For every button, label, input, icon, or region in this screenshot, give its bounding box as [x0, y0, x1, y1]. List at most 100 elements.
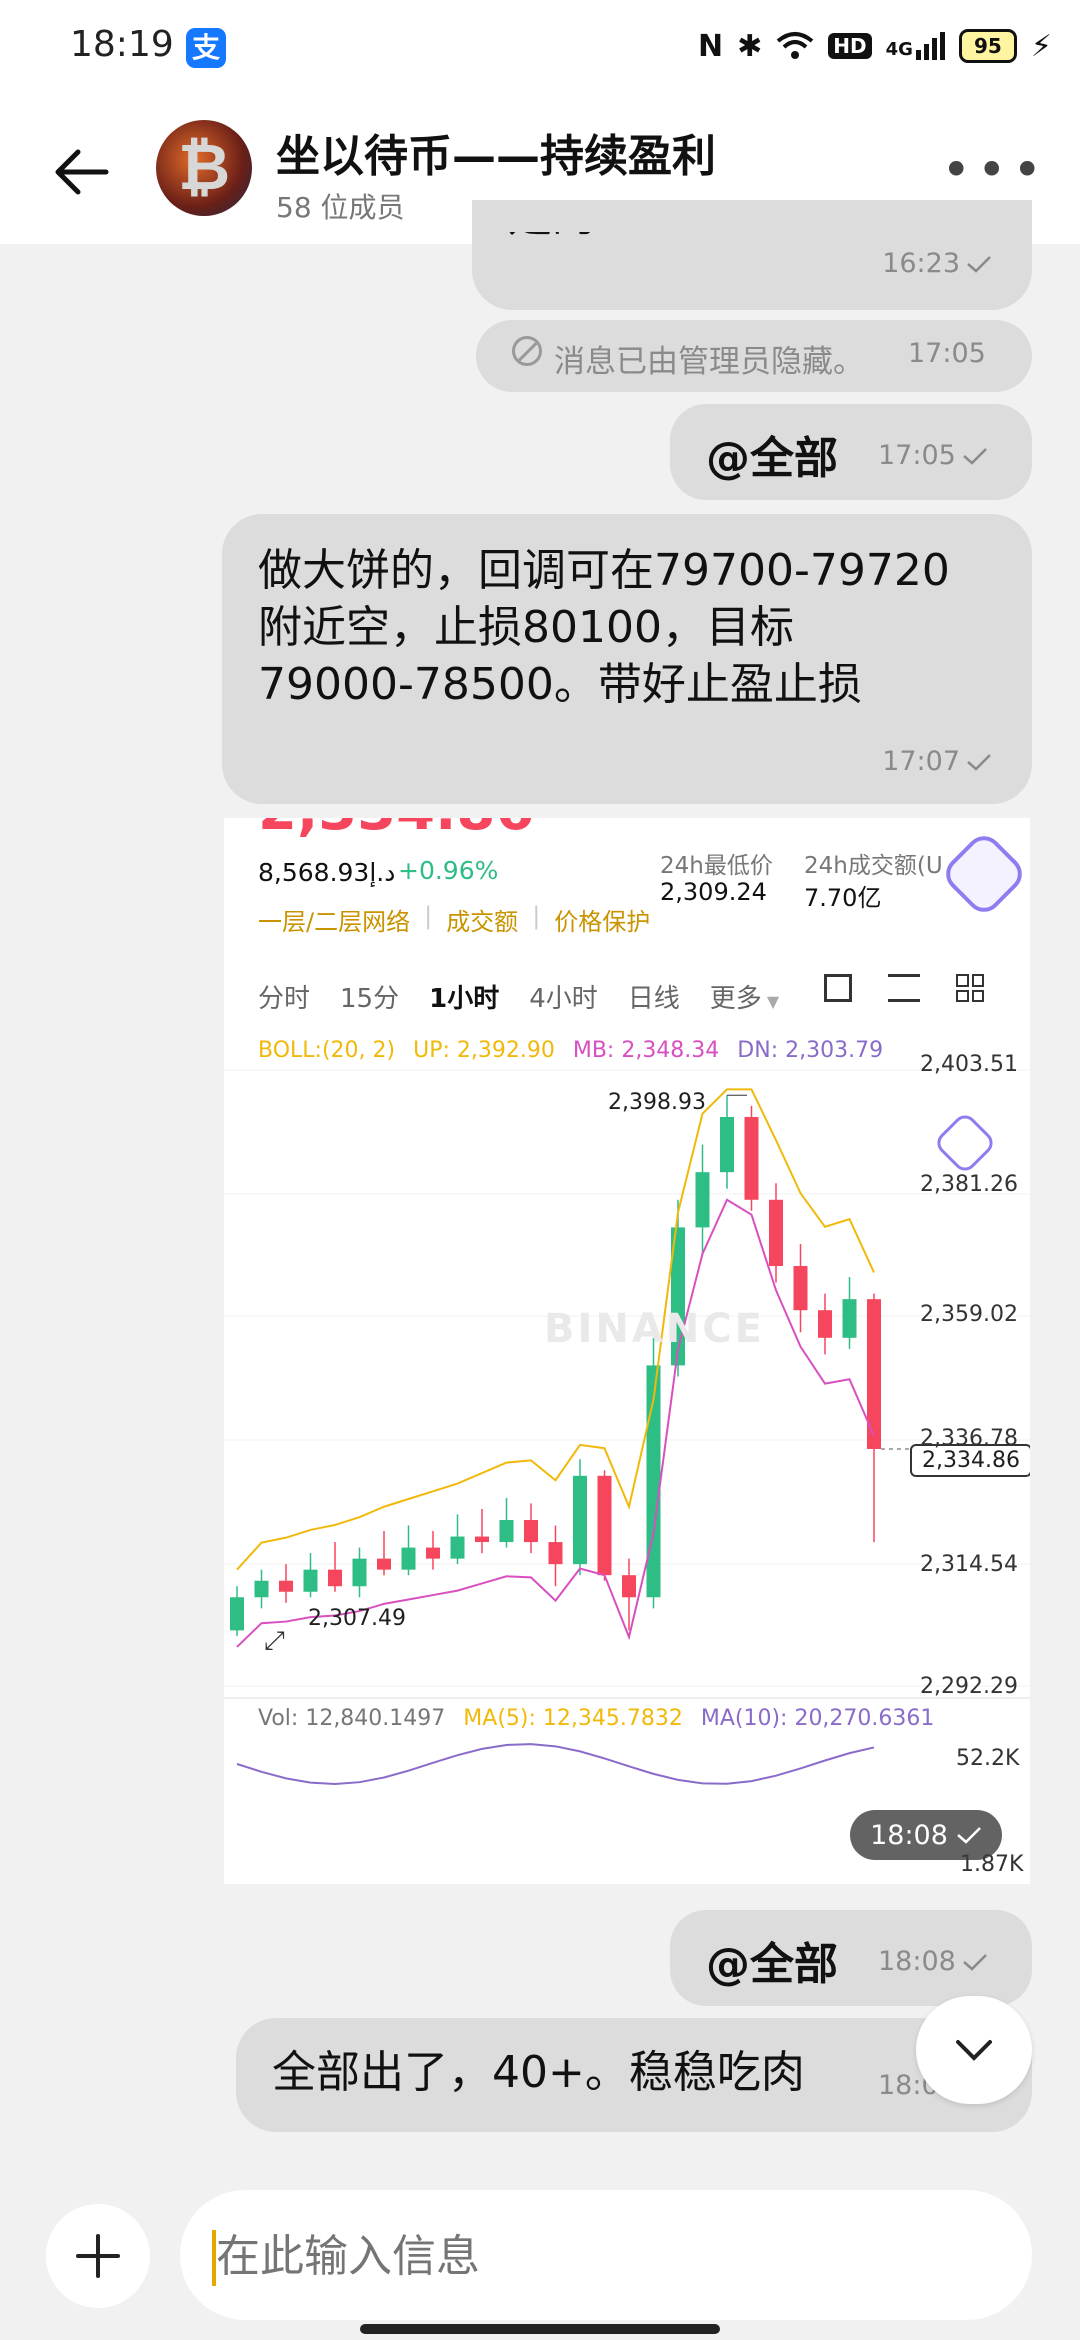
nfc-icon: N [698, 28, 724, 64]
member-count[interactable]: 58 位成员 [276, 186, 405, 226]
charging-icon: ⚡ [1030, 28, 1052, 64]
volume-legend: Vol: 12,840.1497 MA(5): 12,345.7832 MA(1… [258, 1706, 934, 1731]
scroll-to-bottom-button[interactable] [916, 1996, 1032, 2104]
alipay-notification-icon: 支 [186, 28, 226, 68]
tag[interactable]: 成交额 [446, 902, 518, 937]
message-line: 附近空，止损80100，目标 [258, 602, 794, 653]
bluetooth-icon: ✱ [737, 28, 763, 64]
time-text: 17:07 [882, 746, 960, 777]
message-time: 17:05 [908, 338, 986, 369]
sent-check-icon [957, 1827, 981, 1844]
group-title[interactable]: 坐以待币——持续盈利 [276, 120, 716, 184]
sent-check-icon [967, 753, 991, 771]
boll-label: BOLL:(20, 2) [258, 1038, 396, 1063]
hidden-message-notice: 消息已由管理员隐藏。 17:05 [476, 320, 1032, 392]
blocked-icon [512, 336, 542, 366]
attach-plus-button[interactable] [46, 2204, 150, 2308]
tab-1h[interactable]: 1小时 [429, 978, 499, 1015]
back-arrow-icon[interactable] [52, 142, 112, 202]
status-icons: N ✱ HD 4G 95 ⚡ [698, 24, 1052, 68]
sent-check-icon [967, 255, 991, 273]
vol-label: Vol: 12,840.1497 [258, 1706, 446, 1731]
message-input[interactable] [214, 2220, 998, 2292]
mention-all: @全部 [706, 1939, 838, 1990]
interval-tabs: 分时 15分 1小时 4小时 日线 更多 ▼ [258, 978, 779, 1015]
image-time-badge: 18:08 [850, 1810, 1002, 1860]
volume-value: 7.70亿 [804, 884, 882, 912]
y-label: 2,336.78 [920, 1426, 1018, 1451]
tab-timeshare[interactable]: 分时 [258, 978, 310, 1015]
tab-more-label: 更多 [709, 984, 762, 1014]
message-bubble[interactable]: 是的 16:23 [472, 200, 1032, 310]
tag-list: 一层/二层网络 | 成交额 | 价格保护 [258, 902, 651, 937]
boll-legend: BOLL:(20, 2) UP: 2,392.90 MB: 2,348.34 D… [258, 1038, 883, 1063]
message-bubble[interactable]: 做大饼的，回调可在79700-79720 附近空，止损80100，目标 7900… [222, 514, 1032, 804]
status-bar: 18:19 支 N ✱ HD 4G 95 ⚡ [0, 0, 1080, 90]
time-text: 16:23 [882, 248, 960, 279]
message-time: 17:07 [882, 746, 992, 777]
sent-check-icon [962, 1953, 987, 1971]
vol-ma5: MA(5): 12,345.7832 [463, 1706, 683, 1731]
message-bubble[interactable]: @全部 18:08 [670, 1910, 1032, 2006]
sub-price: 8,568.93د.إ [258, 858, 396, 887]
price-headline: 2,334.86 [258, 818, 534, 843]
low-marker: 2,307.49 [308, 1606, 406, 1631]
plus-icon [76, 2234, 120, 2278]
layout-grid-icon[interactable] [956, 974, 984, 1002]
time-text: 18:08 [878, 1946, 956, 1977]
message-bubble[interactable]: @全部 17:05 [670, 404, 1032, 500]
boll-mb: MB: 2,348.34 [572, 1038, 720, 1063]
tag[interactable]: 一层/二层网络 [258, 902, 410, 937]
message-text: 做大饼的，回调可在79700-79720 附近空，止损80100，目标 7900… [258, 542, 950, 713]
tab-15m[interactable]: 15分 [340, 978, 399, 1015]
y-label: 2,359.02 [920, 1302, 1018, 1327]
more-menu-icon[interactable]: ••• [942, 145, 1048, 195]
group-avatar[interactable]: ₿ [156, 120, 252, 216]
price-change: +0.96% [398, 856, 499, 885]
message-time: 17:05 [878, 440, 988, 471]
chart-settings-icon[interactable] [824, 974, 852, 1002]
hd-icon: HD [828, 33, 872, 59]
indicator-icon[interactable] [888, 974, 920, 1002]
volume-label: 24h成交额(U [804, 853, 943, 879]
tab-1d[interactable]: 日线 [628, 978, 680, 1015]
signal-icon: 4G [886, 32, 945, 60]
y-label: 2,381.26 [920, 1172, 1018, 1197]
candlestick-chart[interactable] [224, 1064, 1030, 1884]
message-bubble[interactable]: 全部出了，40+。稳稳吃肉 18:08 [236, 2018, 1032, 2132]
high-marker: 2,398.93 [608, 1090, 706, 1115]
network-type: 4G [885, 39, 913, 60]
status-time: 18:19 [70, 24, 174, 65]
ai-assistant-icon[interactable] [938, 828, 1030, 920]
mention-all: @全部 [706, 433, 838, 484]
y-label: 2,314.54 [920, 1552, 1018, 1577]
message-line: 79000-78500。带好止盈止损 [258, 659, 862, 710]
message-text: 全部出了，40+。稳稳吃肉 [272, 2047, 805, 2098]
message-time: 16:23 [882, 248, 992, 279]
chart-screenshot-message[interactable]: 2,334.86 8,568.93د.إ +0.96% 24h最低价 2,309… [224, 818, 1030, 1884]
vol-ma10: MA(10): 20,270.6361 [700, 1706, 935, 1731]
time-text: 18:08 [870, 1819, 948, 1851]
wifi-icon [776, 32, 814, 59]
y-label: 2,403.51 [920, 1052, 1018, 1077]
message-input-box[interactable] [180, 2190, 1032, 2320]
tag[interactable]: 价格保护 [554, 902, 650, 937]
hidden-text: 消息已由管理员隐藏。 [554, 344, 864, 380]
y-label: 2,292.29 [920, 1674, 1018, 1699]
tab-4h[interactable]: 4小时 [529, 978, 598, 1015]
vol-y-label: 52.2K [956, 1746, 1020, 1771]
boll-dn: DN: 2,303.79 [737, 1038, 884, 1063]
home-indicator [360, 2324, 720, 2334]
battery-icon: 95 [958, 29, 1017, 63]
watermark: BINANCE [544, 1306, 765, 1352]
low-label: 24h最低价 [660, 853, 773, 879]
chart-tool-icons [824, 974, 984, 1002]
chevron-down-icon [956, 2040, 992, 2061]
message-line: 做大饼的，回调可在79700-79720 [258, 545, 950, 596]
expand-icon[interactable]: ⤢ [264, 1626, 285, 1657]
message-time: 18:08 [878, 1946, 988, 1977]
tab-more[interactable]: 更多 ▼ [710, 978, 779, 1015]
sent-check-icon [962, 447, 987, 465]
boll-up: UP: 2,392.90 [413, 1038, 555, 1063]
time-text: 17:05 [878, 440, 956, 471]
